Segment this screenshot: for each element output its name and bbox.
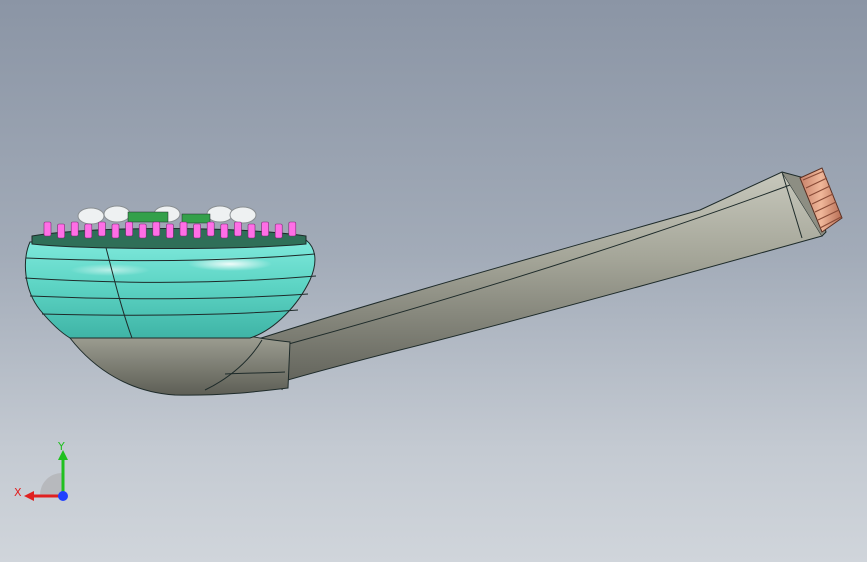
triad-plane-icon [40, 473, 62, 495]
nozzle [261, 221, 269, 237]
nozzle [193, 223, 201, 239]
head-body[interactable] [24, 239, 317, 339]
nozzle [125, 221, 133, 237]
nozzle [220, 223, 229, 239]
nozzle [166, 223, 174, 239]
z-axis-icon [58, 491, 68, 501]
nozzle [179, 221, 188, 237]
model-3d-view[interactable] [0, 0, 867, 562]
nozzle [152, 221, 161, 237]
nozzle [247, 223, 256, 239]
nozzle [234, 221, 242, 237]
graphics-viewport[interactable]: Y X [0, 0, 867, 562]
x-axis-label: X [14, 486, 22, 499]
buttons[interactable] [77, 205, 257, 225]
handle[interactable] [254, 171, 827, 391]
nozzle [57, 223, 65, 239]
nozzle [288, 221, 297, 237]
nozzle [84, 223, 93, 239]
axis-triad[interactable]: Y X [10, 440, 80, 510]
y-axis-label: Y [57, 440, 65, 453]
nozzle [70, 221, 79, 237]
nozzle [206, 221, 215, 237]
x-arrow-icon [24, 491, 34, 501]
nozzle [98, 221, 106, 237]
nozzle [111, 223, 120, 239]
nozzle [274, 223, 283, 239]
nozzle [43, 221, 52, 237]
nozzle [138, 223, 147, 239]
head-bowl[interactable] [68, 335, 291, 396]
